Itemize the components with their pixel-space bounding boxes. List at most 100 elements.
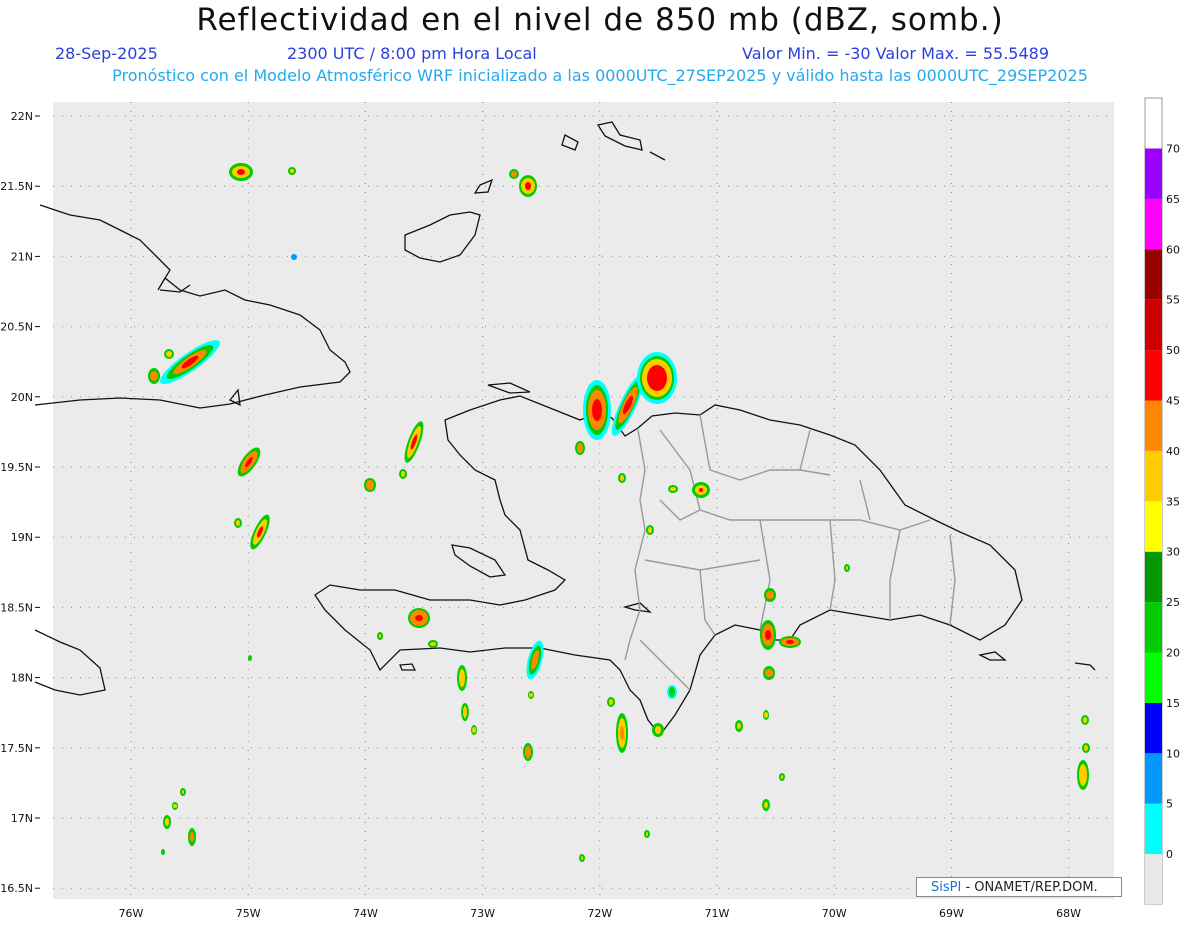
storm-cell [652, 723, 664, 737]
colorbar-bin [1145, 148, 1162, 199]
colorbar-label: 0 [1166, 848, 1173, 861]
storm-cell [188, 828, 196, 846]
storm-cell [760, 620, 776, 650]
storm-cell [579, 854, 585, 862]
colorbar-label: 60 [1166, 243, 1180, 256]
colorbar-label: 40 [1166, 445, 1180, 458]
storm-cell [618, 473, 626, 483]
lon-tick-label: 74W [353, 907, 378, 920]
colorbar-label: 50 [1166, 344, 1180, 357]
lat-tick-label: 17.5N [0, 742, 33, 755]
lat-tick-label: 16.5N [0, 882, 33, 895]
colorbar-bin [1145, 249, 1162, 300]
credit-box: SisPI - ONAMET/REP.DOM. [916, 877, 1122, 897]
map-canvas: 22N 21.5N 21N 20.5N 20N 19.5N 19N 18.5N 18N 17.5N… [0, 97, 1180, 920]
storm-cell [180, 788, 186, 796]
storm-cell [1082, 743, 1090, 753]
storm-cell [646, 525, 654, 535]
storm-cell [616, 713, 628, 753]
credit-text: - ONAMET/REP.DOM. [965, 880, 1098, 895]
lat-tick-label: 19.5N [0, 461, 33, 474]
storm-cell [667, 685, 677, 699]
storm-cell [148, 368, 160, 384]
colorbar-bin [1145, 602, 1162, 653]
colorbar-label: 30 [1166, 546, 1180, 559]
storm-cell [692, 482, 710, 498]
colorbar-label: 65 [1166, 193, 1180, 206]
lat-tick-label: 20N [11, 391, 33, 404]
lat-tick-label: 17N [11, 812, 33, 825]
lon-tick-label: 69W [939, 907, 964, 920]
credit-brand: SisPI [931, 880, 962, 895]
storm-cell [509, 169, 519, 179]
storm-cell [428, 640, 438, 648]
storm-cell [637, 352, 677, 404]
colorbar-label: 10 [1166, 747, 1180, 760]
storm-cell [399, 469, 407, 479]
storm-cell [288, 167, 296, 175]
storm-cell [291, 254, 297, 260]
storm-cell [457, 665, 467, 691]
storm-cell [764, 588, 776, 602]
lat-tick-label: 20.5N [0, 321, 33, 334]
storm-cell [844, 564, 850, 572]
storm-cell [1077, 760, 1089, 790]
storm-cell [644, 830, 650, 838]
lat-tick-label: 22N [11, 110, 33, 123]
latitude-labels: 22N 21.5N 21N 20.5N 20N 19.5N 19N 18.5N 18N 17.5N… [0, 110, 40, 895]
storm-cell [248, 655, 252, 661]
storm-cell [763, 710, 769, 720]
storm-cell [408, 608, 430, 628]
lat-tick-label: 18N [11, 672, 33, 685]
storm-cell [575, 441, 585, 455]
storm-cell [161, 849, 165, 855]
storm-cell [234, 518, 242, 528]
colorbar-bin [1145, 450, 1162, 502]
longitude-labels: 76W 75W 74W 73W 72W 71W 70W 69W 68W [119, 907, 1082, 920]
storm-cell [172, 802, 178, 810]
lat-tick-label: 18.5N [0, 601, 33, 614]
lon-tick-label: 73W [470, 907, 495, 920]
storm-cell [461, 703, 469, 721]
colorbar-bin [1145, 702, 1162, 754]
storm-cell [519, 175, 537, 197]
colorbar-bin [1145, 551, 1162, 603]
storm-cell [779, 773, 785, 781]
lon-tick-label: 68W [1056, 907, 1081, 920]
storm-cell [528, 691, 534, 699]
colorbar: 0 5 10 15 20 25 30 35 40 45 50 55 60 65 70 [1144, 97, 1180, 905]
storm-cell [583, 380, 611, 440]
lat-tick-label: 19N [11, 531, 33, 544]
colorbar-label: 35 [1166, 495, 1180, 508]
storm-cell [229, 163, 253, 181]
colorbar-bin [1145, 803, 1162, 855]
colorbar-bin [1145, 299, 1162, 351]
lon-tick-label: 72W [587, 907, 612, 920]
colorbar-label: 25 [1166, 596, 1180, 609]
storm-cell [471, 725, 477, 735]
storm-cell [1081, 715, 1089, 725]
colorbar-bin [1145, 350, 1162, 401]
lon-tick-label: 71W [705, 907, 730, 920]
colorbar-label: 55 [1166, 294, 1180, 307]
weather-map-page: Reflectividad en el nivel de 850 mb (dBZ… [0, 0, 1200, 927]
storm-cell [779, 636, 801, 648]
colorbar-bin [1145, 652, 1162, 703]
lon-tick-label: 70W [822, 907, 847, 920]
lon-tick-label: 76W [119, 907, 144, 920]
colorbar-label: 15 [1166, 697, 1180, 710]
lon-tick-label: 75W [236, 907, 261, 920]
colorbar-bin [1145, 501, 1162, 552]
lat-tick-label: 21N [11, 250, 33, 263]
colorbar-bin [1145, 198, 1162, 250]
colorbar-bin [1145, 400, 1162, 451]
storm-cell [164, 349, 174, 359]
lat-tick-label: 21.5N [0, 180, 33, 193]
storm-cell [762, 799, 770, 811]
colorbar-label: 45 [1166, 395, 1180, 408]
storm-cell [668, 485, 678, 493]
storm-cell [607, 697, 615, 707]
storm-cell [763, 666, 775, 680]
storm-cell [523, 743, 533, 761]
colorbar-label: 5 [1166, 798, 1173, 811]
